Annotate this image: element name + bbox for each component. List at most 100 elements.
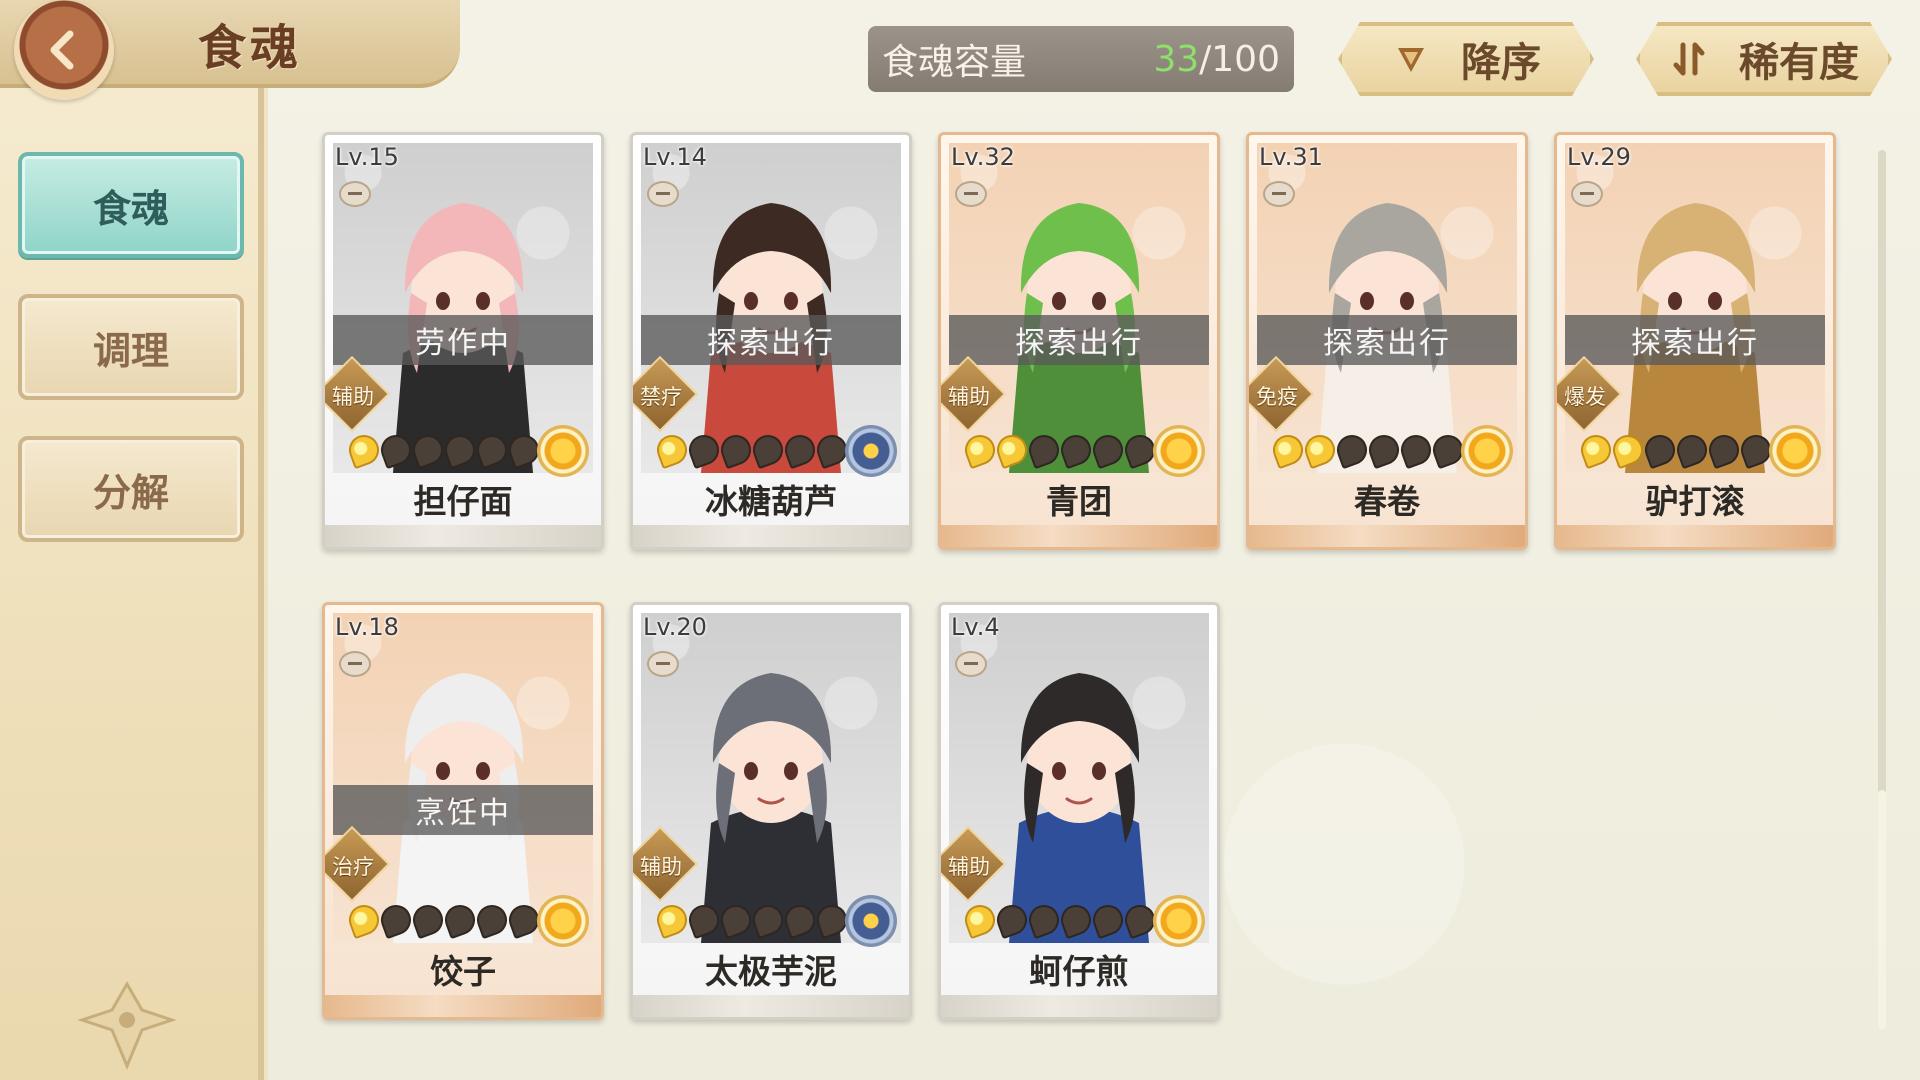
sort-rarity-button[interactable]: 稀有度 — [1636, 22, 1892, 96]
character-illustration — [701, 203, 841, 473]
star-rating — [652, 430, 852, 470]
tab-decompose[interactable]: 分解 — [18, 436, 244, 542]
star-icon — [716, 900, 756, 940]
star-icon — [652, 900, 692, 940]
status-band: 探索出行 — [641, 315, 901, 365]
star-icon — [684, 900, 724, 940]
flower-emblem-icon — [845, 895, 897, 947]
lock-icon[interactable] — [339, 651, 371, 677]
star-icon — [408, 900, 448, 940]
star-icon — [344, 900, 384, 940]
character-illustration — [1009, 673, 1149, 943]
character-portrait — [333, 613, 593, 943]
food-soul-card[interactable]: Lv.29 探索出行 爆发 驴打滚 — [1554, 132, 1836, 550]
star-icon — [1396, 430, 1436, 470]
lock-icon[interactable] — [1263, 181, 1295, 207]
back-button[interactable] — [14, 0, 114, 100]
star-rating — [1576, 430, 1776, 470]
back-arrow-icon — [50, 30, 74, 70]
role-label: 辅助 — [948, 385, 990, 409]
status-band: 烹饪中 — [333, 785, 593, 835]
status-band: 探索出行 — [1257, 315, 1517, 365]
status-band: 劳作中 — [333, 315, 593, 365]
star-icon — [684, 430, 724, 470]
star-icon — [1024, 430, 1064, 470]
status-band: 探索出行 — [949, 315, 1209, 365]
level-label: Lv.32 — [951, 143, 1015, 171]
star-icon — [1332, 430, 1372, 470]
card-name: 驴打滚 — [1645, 482, 1745, 521]
sort-order-button[interactable]: 降序 — [1338, 22, 1594, 96]
star-icon — [472, 430, 512, 470]
star-icon — [652, 430, 692, 470]
capacity-separator: / — [1199, 38, 1212, 80]
card-footer — [1249, 525, 1525, 547]
level-label: Lv.29 — [1567, 143, 1631, 171]
star-icon — [960, 430, 1000, 470]
character-illustration — [1317, 203, 1457, 473]
role-label: 辅助 — [332, 385, 374, 409]
flower-emblem-icon — [1153, 425, 1205, 477]
flower-emblem-icon — [537, 895, 589, 947]
card-name: 冰糖葫芦 — [705, 482, 837, 521]
star-icon — [1672, 430, 1712, 470]
star-rating — [960, 430, 1160, 470]
star-icon — [992, 430, 1032, 470]
food-soul-card[interactable]: Lv.4 辅助 蚵仔煎 — [938, 602, 1220, 1020]
lock-icon[interactable] — [955, 651, 987, 677]
capacity-display: 食魂容量 33/100 — [868, 26, 1294, 92]
food-soul-card[interactable]: Lv.14 探索出行 禁疗 冰糖葫芦 — [630, 132, 912, 550]
card-footer — [941, 525, 1217, 547]
star-icon — [376, 430, 416, 470]
scrollbar-thumb[interactable] — [1878, 790, 1886, 1030]
triangle-down-icon — [1391, 39, 1431, 79]
role-label: 治疗 — [332, 855, 374, 879]
card-name: 担仔面 — [413, 482, 513, 521]
food-soul-card[interactable]: Lv.31 探索出行 免疫 春卷 — [1246, 132, 1528, 550]
tab-food-souls[interactable]: 食魂 — [18, 152, 244, 258]
card-name: 青团 — [1046, 482, 1112, 521]
star-icon — [748, 900, 788, 940]
lock-icon[interactable] — [955, 181, 987, 207]
card-footer — [941, 995, 1217, 1017]
lock-icon[interactable] — [339, 181, 371, 207]
food-soul-card[interactable]: Lv.18 烹饪中 治疗 饺子 — [322, 602, 604, 1020]
role-label: 爆发 — [1564, 385, 1606, 409]
star-icon — [1300, 430, 1340, 470]
flower-emblem-icon — [537, 425, 589, 477]
tab-conditioning[interactable]: 调理 — [18, 294, 244, 400]
star-icon — [1056, 430, 1096, 470]
card-name: 蚵仔煎 — [1029, 952, 1129, 991]
card-footer — [633, 525, 909, 547]
flower-emblem-icon — [1153, 895, 1205, 947]
character-portrait — [641, 613, 901, 943]
card-footer — [325, 995, 601, 1017]
level-label: Lv.14 — [643, 143, 707, 171]
status-band: 探索出行 — [1565, 315, 1825, 365]
star-icon — [440, 900, 480, 940]
level-label: Lv.4 — [951, 613, 1000, 641]
lock-icon[interactable] — [1571, 181, 1603, 207]
star-icon — [780, 430, 820, 470]
food-soul-card[interactable]: Lv.20 辅助 太极芋泥 — [630, 602, 912, 1020]
character-portrait — [949, 143, 1209, 473]
star-icon — [376, 900, 416, 940]
card-name: 饺子 — [430, 952, 496, 991]
star-icon — [344, 430, 384, 470]
star-icon — [1364, 430, 1404, 470]
sort-order-label: 降序 — [1461, 40, 1541, 86]
food-soul-card[interactable]: Lv.15 劳作中 辅助 担仔面 — [322, 132, 604, 550]
lock-icon[interactable] — [647, 181, 679, 207]
star-icon — [1056, 900, 1096, 940]
scrollbar[interactable] — [1878, 150, 1886, 1030]
star-icon — [1088, 430, 1128, 470]
lock-icon[interactable] — [647, 651, 679, 677]
character-portrait — [333, 143, 593, 473]
level-label: Lv.18 — [335, 613, 399, 641]
food-soul-card[interactable]: Lv.32 探索出行 辅助 青团 — [938, 132, 1220, 550]
star-icon — [1640, 430, 1680, 470]
character-portrait — [949, 613, 1209, 943]
role-label: 禁疗 — [640, 385, 682, 409]
page-title: 食魂 — [198, 20, 303, 76]
card-footer — [633, 995, 909, 1017]
